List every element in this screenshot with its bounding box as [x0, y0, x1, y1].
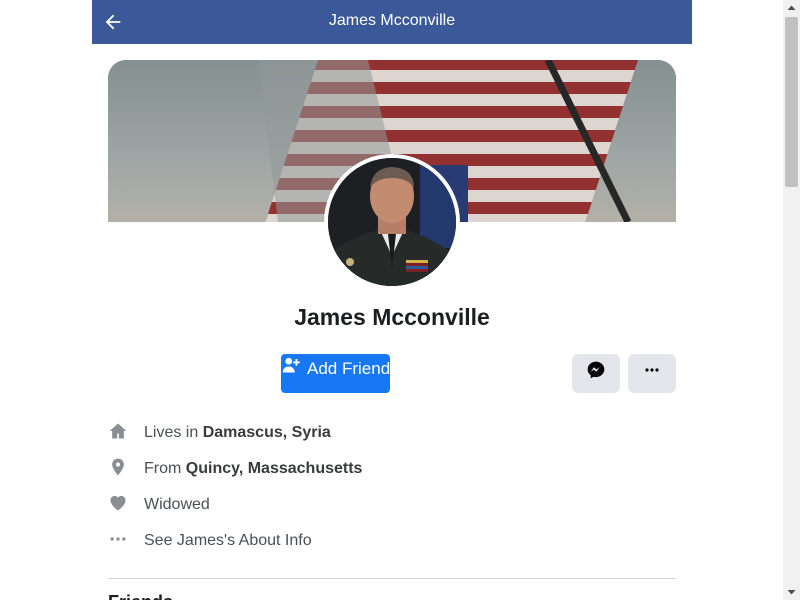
info-lives-in: Lives in Damascus, Syria	[108, 418, 676, 454]
lives-in-place[interactable]: Damascus, Syria	[203, 424, 331, 441]
friends-heading: Friends	[108, 592, 173, 600]
profile-name: James Mcconville	[294, 304, 490, 330]
info-hometown: From Quincy, Massachusetts	[108, 454, 676, 490]
relationship-text: Widowed	[144, 496, 210, 513]
scrollbar[interactable]	[783, 0, 800, 600]
hometown-text: From Quincy, Massachusetts	[144, 460, 363, 477]
messenger-icon	[587, 361, 605, 379]
scrollbar-thumb[interactable]	[785, 17, 798, 187]
lives-in-text: Lives in Damascus, Syria	[144, 424, 331, 441]
avatar	[328, 158, 456, 286]
profile-page: James Mcconville James Mcconville Add Fr…	[0, 0, 800, 600]
add-friend-label: Add Friend	[307, 359, 391, 378]
see-about-info-link[interactable]: See James's About Info	[108, 526, 676, 562]
info-relationship: Widowed	[108, 490, 676, 526]
home-icon	[109, 423, 127, 439]
intro-info-list: Lives in Damascus, Syria From Quincy, Ma…	[108, 418, 676, 562]
message-button[interactable]	[572, 354, 620, 393]
heart-icon	[110, 495, 126, 511]
profile-picture[interactable]	[324, 154, 460, 290]
location-pin-icon	[112, 458, 124, 476]
hometown-place[interactable]: Quincy, Massachusetts	[186, 460, 363, 477]
add-friend-button[interactable]: Add Friend	[281, 354, 390, 393]
more-horizontal-icon	[110, 537, 126, 541]
top-bar: James Mcconville	[92, 0, 692, 44]
scroll-down-arrow-icon[interactable]	[783, 584, 800, 600]
scroll-up-arrow-icon[interactable]	[783, 0, 800, 16]
add-friend-icon	[282, 357, 300, 373]
more-options-button[interactable]	[628, 354, 676, 393]
more-horizontal-icon	[645, 368, 659, 372]
see-about-info-label: See James's About Info	[144, 532, 312, 549]
section-divider	[108, 578, 676, 579]
page-title: James Mcconville	[328, 12, 456, 29]
